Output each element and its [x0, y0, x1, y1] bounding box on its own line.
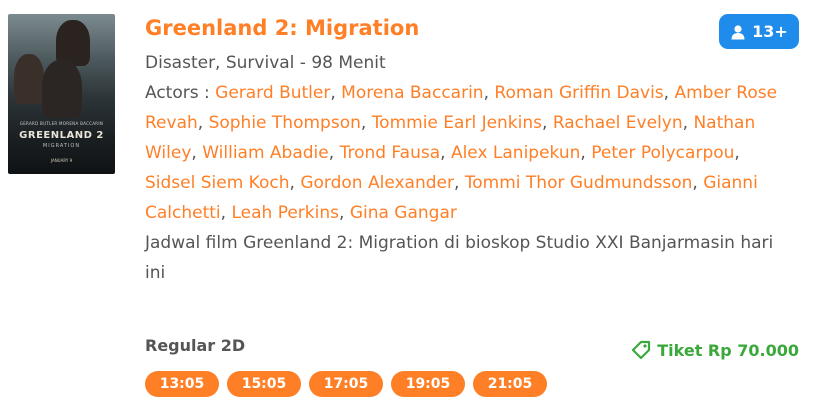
showtime-button[interactable]: 17:05 [309, 371, 383, 397]
showtime-button[interactable]: 13:05 [145, 371, 219, 397]
ticket-price: Tiket Rp 70.000 [631, 340, 799, 360]
movie-title[interactable]: Greenland 2: Migration [145, 14, 419, 42]
poster-subtitle: MIGRATION [42, 143, 81, 149]
actor-link[interactable]: Peter Polycarpou [591, 143, 734, 163]
age-rating-badge: 13+ [719, 14, 799, 49]
actors-line: Actors : Gerard Butler, Morena Baccarin,… [145, 78, 785, 228]
actor-link[interactable]: Morena Baccarin [341, 83, 483, 103]
schedule-text: Jadwal film Greenland 2: Migration di bi… [145, 233, 774, 283]
actor-list: Gerard Butler, Morena Baccarin, Roman Gr… [145, 83, 778, 223]
actors-label: Actors : [145, 83, 210, 103]
showtime-button[interactable]: 21:05 [473, 371, 547, 397]
age-rating-text: 13+ [752, 22, 788, 41]
movie-poster[interactable]: GERARD BUTLER MORENA BACCARIN GREENLAND … [8, 14, 115, 174]
poster-figure [14, 54, 44, 104]
showtime-button[interactable]: 19:05 [391, 371, 465, 397]
showtimes: 13:05 15:05 17:05 19:05 21:05 [145, 371, 547, 397]
actor-link[interactable]: Sophie Thompson [209, 113, 361, 133]
actor-link[interactable]: Gerard Butler [215, 83, 330, 103]
actor-link[interactable]: Tommie Earl Jenkins [372, 113, 542, 133]
showing-format: Regular 2D [145, 336, 246, 355]
actor-link[interactable]: Gina Gangar [350, 203, 457, 223]
showtime-button[interactable]: 15:05 [227, 371, 301, 397]
actor-link[interactable]: Trond Fausa [340, 143, 441, 163]
actor-link[interactable]: Alex Lanipekun [451, 143, 580, 163]
ticket-price-text: Tiket Rp 70.000 [657, 340, 799, 360]
movie-info: Disaster, Survival - 98 Menit Actors : G… [145, 48, 785, 288]
genre-duration: Disaster, Survival - 98 Menit [145, 53, 386, 73]
poster-date: JANUARY 9 [50, 158, 73, 163]
actor-link[interactable]: Tommi Thor Gudmundsson [465, 173, 693, 193]
ticket-tag-icon [632, 340, 651, 360]
poster-title: GREENLAND 2 [19, 130, 104, 141]
actor-link[interactable]: Gordon Alexander [300, 173, 454, 193]
poster-figure [42, 60, 82, 118]
user-icon [731, 24, 745, 39]
actor-link[interactable]: William Abadie [202, 143, 329, 163]
poster-names: GERARD BUTLER MORENA BACCARIN [19, 121, 104, 126]
actor-link[interactable]: Rachael Evelyn [553, 113, 683, 133]
actor-link[interactable]: Sidsel Siem Koch [145, 173, 290, 193]
actor-link[interactable]: Leah Perkins [231, 203, 339, 223]
actor-link[interactable]: Roman Griffin Davis [494, 83, 663, 103]
